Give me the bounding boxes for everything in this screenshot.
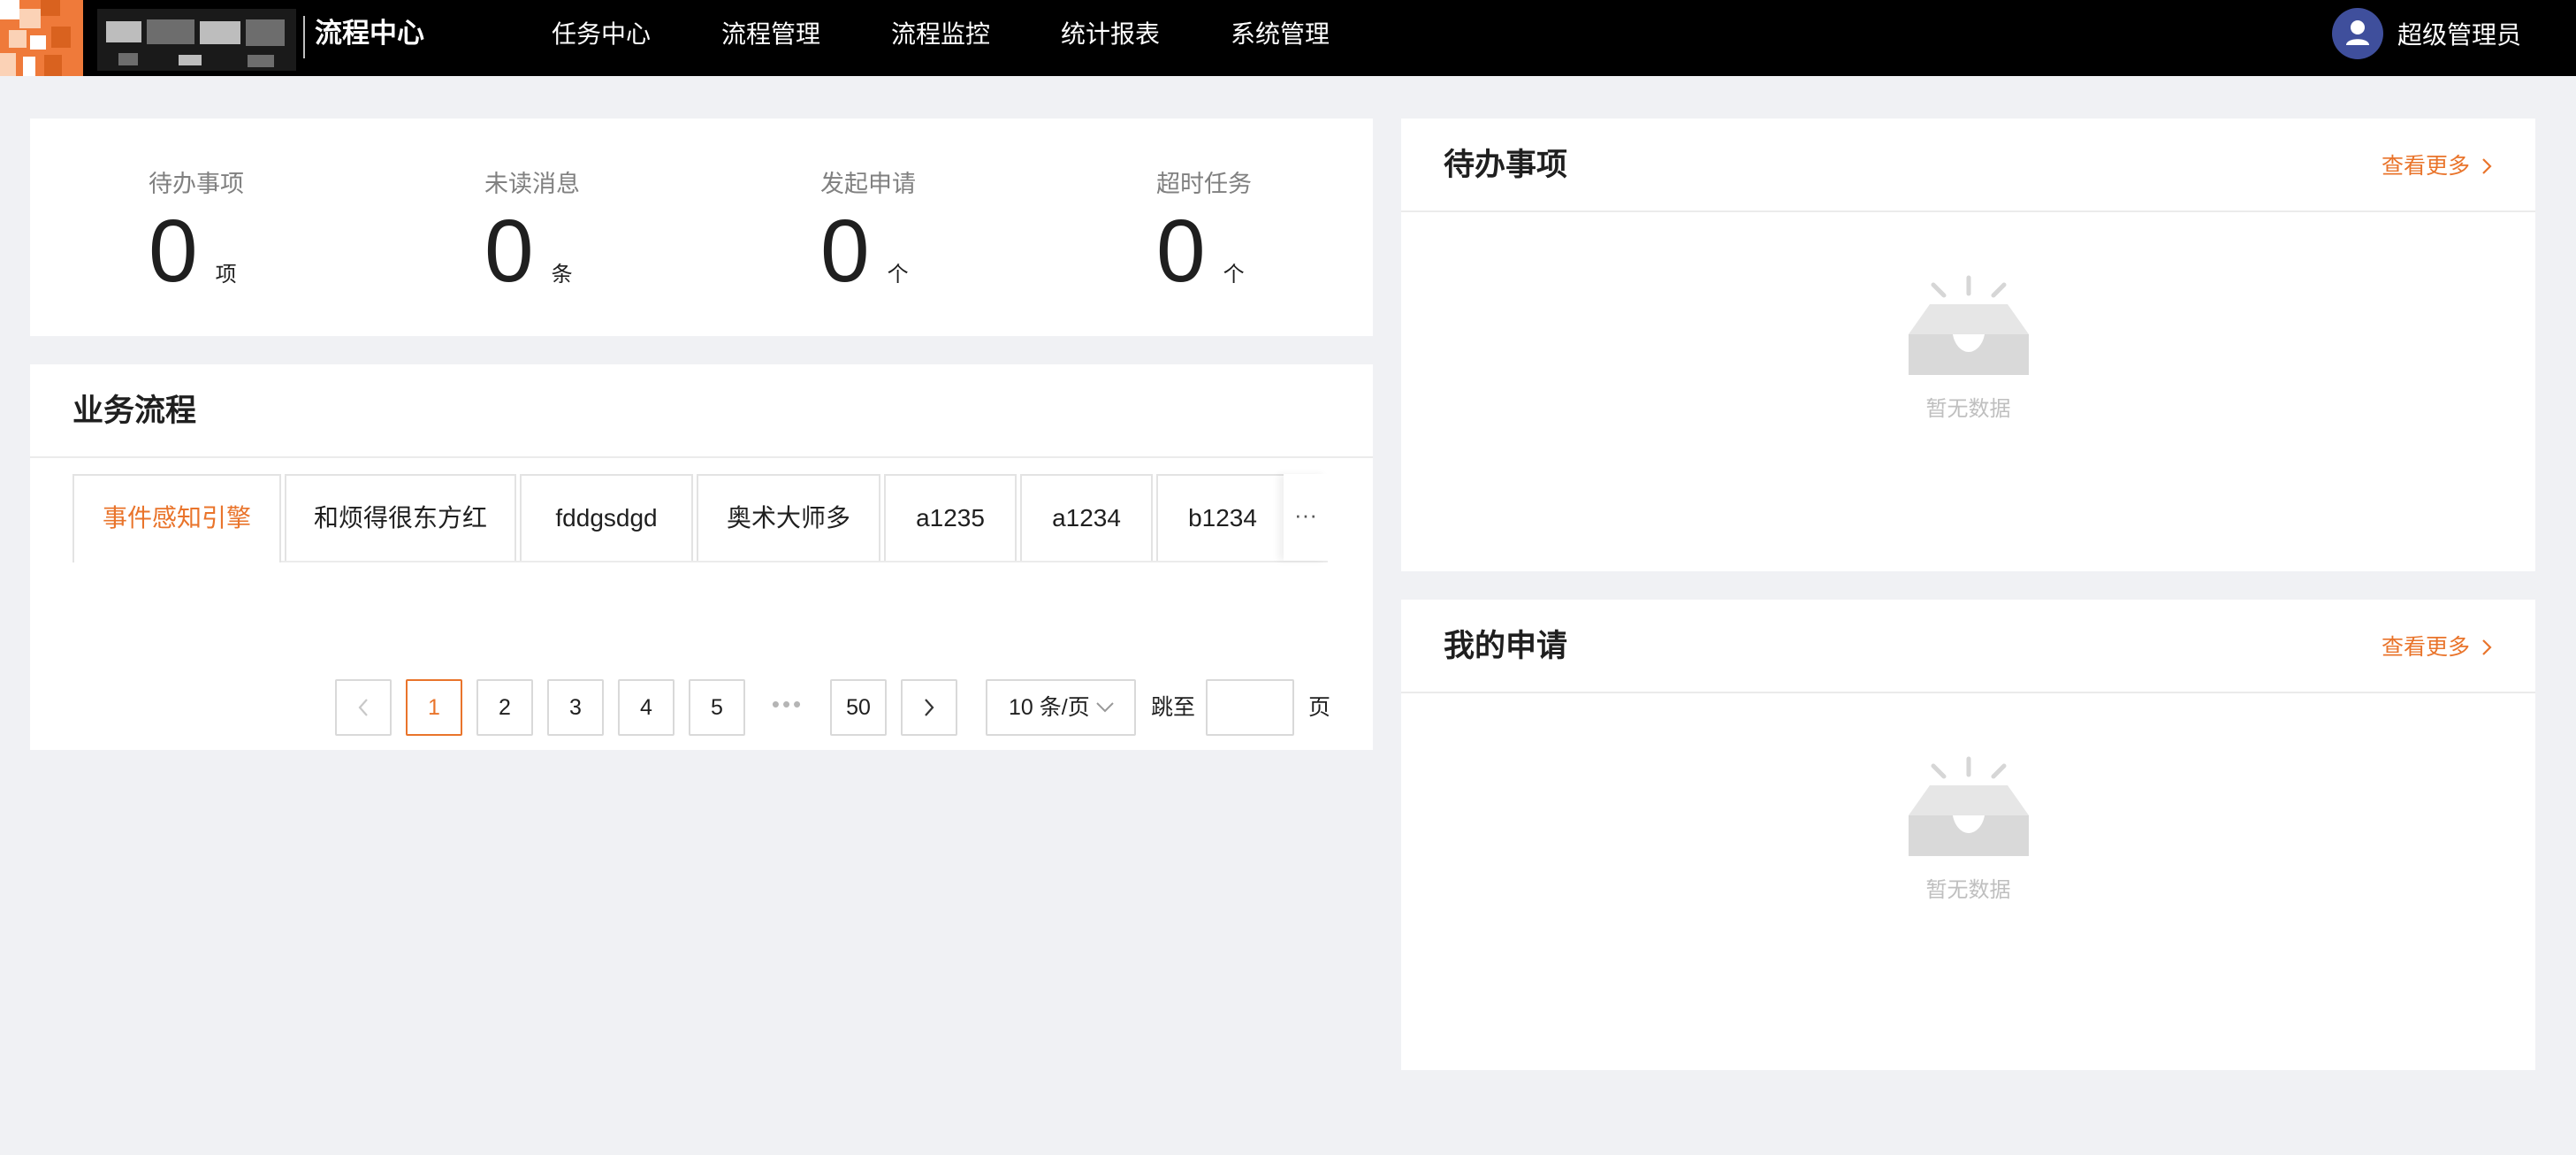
stat-label: 待办事项 [149,171,244,197]
stat-value: 0 [820,202,870,301]
card-title: 我的申请 [1444,629,1568,663]
jump-to-page-input[interactable] [1206,679,1294,736]
card-header: 我的申请 查看更多 [1401,600,2535,693]
tab-process-3[interactable]: fddgsdgd [520,474,693,561]
stat-unit: 条 [551,263,573,287]
stat-initiated-requests[interactable]: 发起申请 0 个 [820,166,1086,297]
view-more-label: 查看更多 [2381,635,2470,660]
empty-state: 暂无数据 [1401,755,2535,914]
page-4-button[interactable]: 4 [618,679,674,736]
stat-value: 0 [1156,202,1206,301]
stat-pending-items[interactable]: 待办事项 0 项 [149,166,414,297]
chevron-down-icon [1096,702,1114,713]
nav-item-task-center[interactable]: 任务中心 [552,0,651,69]
pagination: 1 2 3 4 5 ••• 50 10 条/页 跳至 页 [30,679,1373,738]
stat-label: 发起申请 [820,171,916,197]
page-2-button[interactable]: 2 [476,679,533,736]
tab-event-engine[interactable]: 事件感知引擎 [72,474,281,562]
tab-strip: 事件感知引擎 和烦得很东方红 fddgsdgd 奥术大师多 a1235 a123… [72,474,1284,562]
nav-item-system-management[interactable]: 系统管理 [1231,0,1330,69]
nav-item-process-management[interactable]: 流程管理 [721,0,820,69]
page-suffix-label: 页 [1308,695,1331,720]
stat-unit: 个 [887,263,909,287]
tab-process-2[interactable]: 和烦得很东方红 [285,474,516,561]
stat-unread-messages[interactable]: 未读消息 0 条 [484,166,750,297]
stat-value: 0 [484,202,534,301]
empty-state: 暂无数据 [1401,274,2535,433]
tab-process-7[interactable]: b1234 [1156,474,1284,561]
stat-value: 0 [149,202,198,301]
card-title: 待办事项 [1444,148,1568,182]
chevron-left-icon [358,699,368,716]
business-process-card: 业务流程 事件感知引擎 和烦得很东方红 fddgsdgd 奥术大师多 a1235… [30,364,1373,750]
page-1-button[interactable]: 1 [406,679,462,736]
stat-overdue-tasks[interactable]: 超时任务 0 个 [1156,166,1421,297]
process-tabs: 事件感知引擎 和烦得很东方红 fddgsdgd 奥术大师多 a1235 a123… [72,474,1328,562]
chevron-right-icon [2482,158,2492,174]
main-navigation: 任务中心 流程管理 流程监控 统计报表 系统管理 [0,0,1414,71]
page-last-button[interactable]: 50 [830,679,887,736]
view-more-label: 查看更多 [2381,154,2470,179]
user-name[interactable]: 超级管理员 [2397,16,2521,51]
next-page-button[interactable] [901,679,957,736]
tab-process-5[interactable]: a1235 [884,474,1017,561]
stats-card: 待办事项 0 项 未读消息 0 条 发起申请 0 个 超时任务 0 个 [30,119,1373,336]
more-tabs-button[interactable]: ··· [1284,474,1328,561]
empty-text: 暂无数据 [1925,397,2011,421]
stat-label: 未读消息 [484,171,580,197]
page-5-button[interactable]: 5 [689,679,745,736]
user-menu[interactable]: 超级管理员 [2331,7,2521,60]
prev-page-button[interactable] [335,679,392,736]
stat-unit: 个 [1223,263,1245,287]
tab-process-4[interactable]: 奥术大师多 [697,474,880,561]
my-applications-panel: 我的申请 查看更多 暂无数据 [1401,600,2535,1070]
card-header: 业务流程 [30,364,1373,458]
user-avatar-icon[interactable] [2331,8,2383,59]
card-header: 待办事项 查看更多 [1401,119,2535,212]
view-more-link[interactable]: 查看更多 [2382,631,2493,663]
page-size-select[interactable]: 10 条/页 [986,679,1136,736]
empty-inbox-icon [1908,756,2029,856]
stat-unit: 项 [215,263,237,287]
empty-inbox-icon [1908,275,2029,375]
jump-to-label: 跳至 [1151,695,1196,720]
chevron-right-icon [925,699,934,716]
chevron-right-icon [2482,639,2492,655]
page-3-button[interactable]: 3 [547,679,604,736]
tab-process-6[interactable]: a1234 [1020,474,1153,561]
nav-item-process-monitoring[interactable]: 流程监控 [891,0,990,69]
page-size-value: 10 条/页 [1009,695,1090,720]
view-more-link[interactable]: 查看更多 [2382,150,2493,182]
todo-panel: 待办事项 查看更多 暂无数据 [1401,119,2535,571]
stat-label: 超时任务 [1156,171,1252,197]
top-navigation-bar: 流程中心 任务中心 流程管理 流程监控 统计报表 系统管理 超级管理员 [0,0,2576,76]
empty-text: 暂无数据 [1925,878,2011,902]
page-ellipsis[interactable]: ••• [759,679,816,736]
nav-item-statistics-reports[interactable]: 统计报表 [1061,0,1160,69]
card-title: 业务流程 [72,394,197,428]
